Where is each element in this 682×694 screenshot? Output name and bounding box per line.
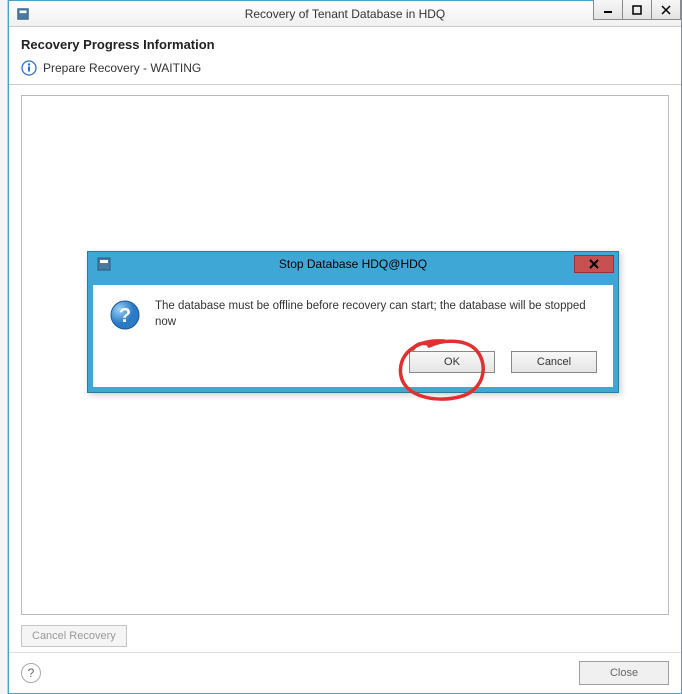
question-icon: ?	[109, 299, 141, 331]
left-edge-fragment	[0, 0, 8, 694]
stop-database-dialog: Stop Database HDQ@HDQ ?	[87, 251, 619, 393]
window-close-button[interactable]	[651, 0, 681, 20]
dialog-frame: ? The database must be offline before re…	[88, 280, 618, 392]
ok-button[interactable]: OK	[409, 351, 495, 373]
cancel-button[interactable]: Cancel	[511, 351, 597, 373]
cancel-recovery-button[interactable]: Cancel Recovery	[21, 625, 127, 647]
dialog-close-button[interactable]	[574, 255, 614, 273]
info-icon	[21, 60, 37, 76]
dialog-titlebar: Stop Database HDQ@HDQ	[88, 252, 618, 280]
dialog-app-icon	[96, 256, 112, 272]
minimize-button[interactable]	[593, 0, 623, 20]
status-row: Prepare Recovery - WAITING	[9, 58, 681, 84]
section-heading: Recovery Progress Information	[9, 27, 681, 58]
help-icon[interactable]: ?	[21, 663, 41, 683]
dialog-body: ? The database must be offline before re…	[93, 285, 613, 345]
main-window: Recovery of Tenant Database in HDQ Recov…	[8, 0, 682, 694]
dialog-message: The database must be offline before reco…	[155, 299, 597, 330]
close-button[interactable]: Close	[579, 661, 669, 685]
status-text: Prepare Recovery - WAITING	[43, 61, 201, 75]
separator	[9, 84, 681, 85]
dialog-button-row: OK Cancel	[93, 345, 613, 387]
window-title: Recovery of Tenant Database in HDQ	[9, 7, 681, 21]
footer: ? Close	[9, 653, 681, 693]
bottom-bar: Cancel Recovery	[21, 625, 127, 647]
dialog-title: Stop Database HDQ@HDQ	[88, 257, 618, 271]
window-controls	[594, 0, 681, 20]
maximize-button[interactable]	[622, 0, 652, 20]
svg-text:?: ?	[119, 305, 131, 327]
app-icon	[15, 6, 31, 22]
window-titlebar: Recovery of Tenant Database in HDQ	[9, 1, 681, 27]
